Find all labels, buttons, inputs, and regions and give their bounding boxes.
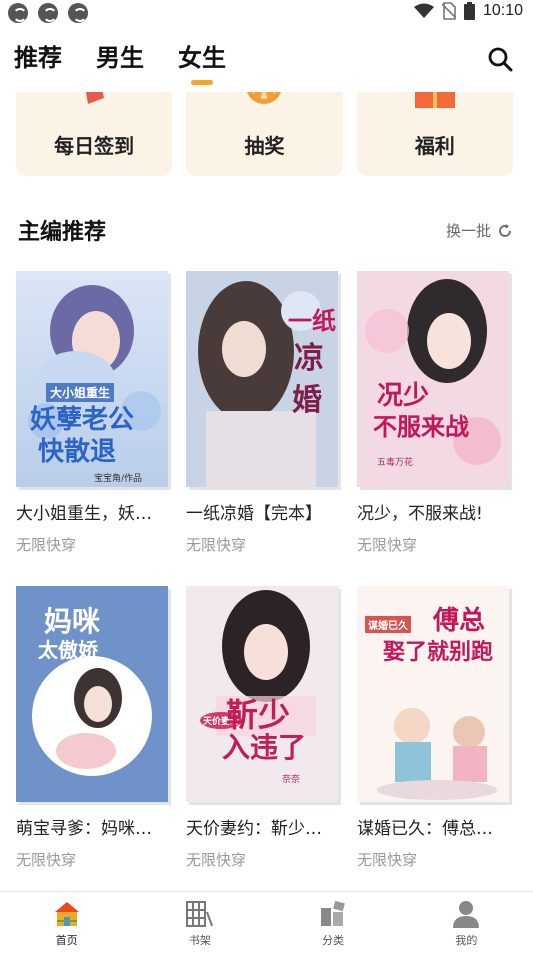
tab-recommend[interactable]: 推荐 bbox=[14, 38, 62, 73]
nav-profile[interactable]: 我的 bbox=[400, 892, 533, 953]
book-cover: 谋婚已久 傅总 娶了就别跑 bbox=[357, 586, 509, 802]
refresh-icon bbox=[499, 223, 511, 237]
calendar-icon bbox=[86, 92, 105, 104]
section-title: 主编推荐 bbox=[18, 220, 107, 245]
book-cover: 一纸 凉 婚 bbox=[186, 271, 338, 487]
welfare-label: 福利 bbox=[414, 134, 455, 158]
app-notification-icon bbox=[68, 3, 88, 23]
app-notification-icon bbox=[8, 3, 28, 23]
status-notifications bbox=[8, 3, 88, 23]
cover-title-line: 娶了就别跑 bbox=[383, 639, 494, 665]
no-sim-icon bbox=[441, 2, 456, 20]
search-icon[interactable] bbox=[487, 46, 513, 72]
cover-author: 五毒万花 bbox=[377, 458, 414, 468]
book-card[interactable]: 谋婚已久 傅总 娶了就别跑 谋婚已久：傅总… 无限快穿 bbox=[357, 586, 512, 870]
cover-title-line: 快散退 bbox=[38, 437, 117, 467]
book-cover: 天价妻约 靳少 入违了 奈奈 bbox=[186, 586, 338, 802]
book-title: 萌宝寻爹：妈咪… bbox=[16, 819, 152, 839]
welfare-button[interactable]: 福利 bbox=[356, 92, 513, 176]
nav-home-label: 首页 bbox=[55, 934, 78, 947]
status-time: 10:10 bbox=[482, 2, 523, 19]
profile-icon bbox=[453, 901, 480, 928]
cover-title-line: 傅总 bbox=[433, 606, 486, 636]
lottery-label: 抽奖 bbox=[244, 134, 285, 158]
book-tag: 无限快穿 bbox=[16, 851, 77, 869]
book-title: 一纸凉婚【完本】 bbox=[186, 504, 322, 524]
nav-profile-label: 我的 bbox=[455, 934, 478, 947]
daily-checkin-button[interactable]: 每日签到 bbox=[16, 92, 173, 176]
status-indicators: 10:10 bbox=[413, 2, 523, 20]
lottery-button[interactable]: 抽奖 bbox=[186, 92, 343, 176]
quick-actions: 每日签到 抽奖 福利 bbox=[16, 92, 513, 176]
book-card[interactable]: 一纸 凉 婚 一纸凉婚【完本】 无限快穿 bbox=[186, 271, 341, 555]
tab-male[interactable]: 男生 bbox=[96, 38, 144, 73]
book-tag: 无限快穿 bbox=[357, 851, 418, 869]
lottery-wheel-icon bbox=[247, 92, 282, 104]
book-cover: 况少 不服来战 五毒万花 bbox=[357, 271, 509, 487]
book-card[interactable]: 天价妻约 靳少 入违了 奈奈 天价妻约：靳少… 无限快穿 bbox=[186, 586, 341, 870]
bookshelf-icon bbox=[185, 901, 213, 927]
book-card[interactable]: 大小姐重生 妖孽老公 快散退 宝宝角/作品 大小姐重生，妖… 无限快穿 bbox=[16, 271, 171, 555]
cover-title-line: 不服来战 bbox=[373, 412, 469, 441]
app-notification-icon bbox=[38, 3, 58, 23]
cover-author: 宝宝角/作品 bbox=[94, 474, 143, 484]
nav-home[interactable]: 首页 bbox=[0, 892, 133, 953]
cover-title-line: 谋婚已久 bbox=[365, 616, 411, 633]
book-title: 况少，不服来战! bbox=[357, 504, 483, 524]
category-icon bbox=[321, 900, 345, 926]
refresh-label: 换一批 bbox=[445, 222, 491, 240]
book-card[interactable]: 妈咪 太傲娇 萌宝寻爹：妈咪… 无限快穿 bbox=[16, 586, 171, 870]
bottom-nav: 首页 书架 分类 我的 bbox=[0, 891, 533, 953]
book-tag: 无限快穿 bbox=[357, 536, 418, 554]
cover-title-line: 入违了 bbox=[222, 731, 307, 764]
book-title: 谋婚已久：傅总… bbox=[357, 819, 493, 839]
tab-female[interactable]: 女生 bbox=[178, 38, 226, 73]
book-cover: 妈咪 太傲娇 bbox=[16, 586, 168, 802]
nav-category[interactable]: 分类 bbox=[267, 892, 400, 953]
nav-bookshelf-label: 书架 bbox=[188, 934, 211, 947]
book-title: 大小姐重生，妖… bbox=[16, 504, 152, 524]
book-card[interactable]: 况少 不服来战 五毒万花 况少，不服来战! 无限快穿 bbox=[357, 271, 512, 555]
nav-category-label: 分类 bbox=[322, 934, 345, 947]
status-bar: 10:10 bbox=[0, 0, 533, 26]
cover-title-line: 凉 bbox=[294, 341, 324, 376]
battery-icon bbox=[463, 2, 475, 20]
cover-author: 奈奈 bbox=[282, 775, 301, 785]
book-tag: 无限快穿 bbox=[16, 536, 77, 554]
book-cover: 大小姐重生 妖孽老公 快散退 宝宝角/作品 bbox=[16, 271, 168, 487]
cover-title-line: 一纸 bbox=[288, 306, 336, 335]
book-tag: 无限快穿 bbox=[186, 851, 247, 869]
home-icon bbox=[54, 902, 79, 926]
top-tabs: 推荐 男生 女生 bbox=[14, 38, 226, 73]
cover-title-line: 婚 bbox=[292, 383, 322, 418]
wifi-icon bbox=[413, 3, 434, 18]
cover-title-line: 太傲娇 bbox=[38, 638, 98, 662]
gift-icon bbox=[414, 92, 455, 108]
book-tag: 无限快穿 bbox=[186, 536, 247, 554]
refresh-button[interactable]: 换一批 bbox=[446, 220, 513, 241]
book-title: 天价妻约：靳少… bbox=[186, 819, 322, 839]
nav-bookshelf[interactable]: 书架 bbox=[133, 892, 266, 953]
daily-checkin-label: 每日签到 bbox=[54, 134, 135, 158]
